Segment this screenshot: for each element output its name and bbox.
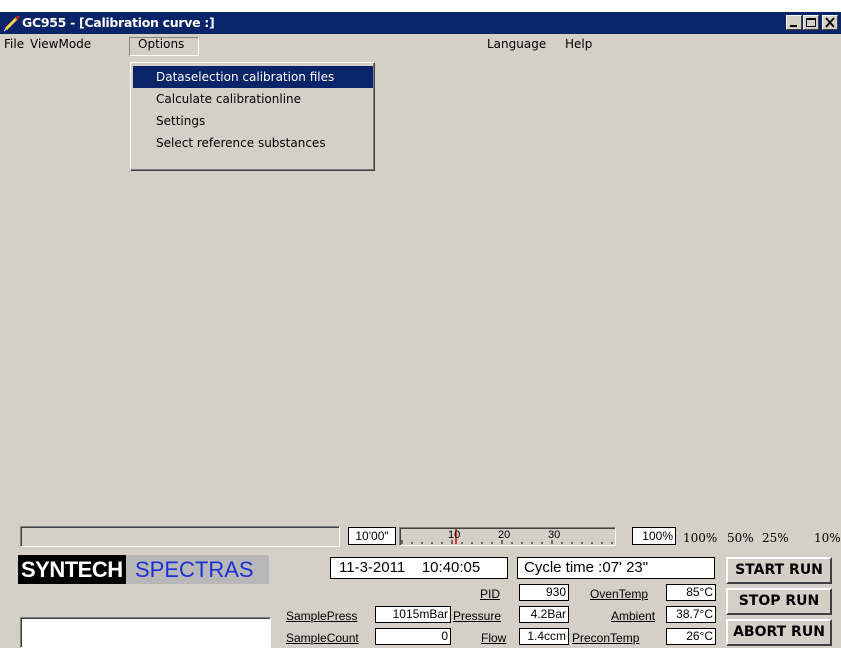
syntech-logo: SYNTECH — [18, 555, 126, 584]
pressure-label: Pressure — [453, 609, 502, 623]
ambient-value: 38.7°C — [666, 606, 716, 623]
close-icon — [825, 17, 835, 28]
timeline-ruler[interactable]: 10 20 30 — [399, 527, 616, 546]
title-bar[interactable]: GC955 - [Calibration curve :] — [0, 12, 841, 34]
stop-run-button[interactable]: STOP RUN — [726, 588, 832, 615]
time-text: 10:40:05 — [421, 559, 481, 576]
datetime-display: 11-3-2011 10:40:05 — [330, 557, 508, 579]
date-text: 11-3-2011 — [339, 559, 406, 576]
sample-press-value: 1015mBar — [375, 606, 451, 623]
zoom-25[interactable]: 25% — [762, 531, 789, 545]
menu-item-dataselection[interactable]: Dataselection calibration files — [133, 66, 373, 88]
menu-item-calculate[interactable]: Calculate calibrationline — [133, 88, 373, 110]
pressure-value: 4.2Bar — [519, 606, 569, 623]
minimize-icon — [790, 25, 797, 27]
app-window: GC955 - [Calibration curve :] File ViewM… — [0, 12, 841, 648]
menu-item-reference[interactable]: Select reference substances — [133, 132, 373, 154]
time-label: 10'00" — [348, 527, 396, 545]
ruler-tick-10: 10 — [448, 529, 461, 541]
flow-label: Flow — [481, 631, 507, 645]
abort-run-button[interactable]: ABORT RUN — [726, 619, 832, 646]
zoom-100[interactable]: 100% — [683, 531, 717, 545]
menu-bar: File ViewMode Options Language Help — [0, 34, 841, 54]
oven-temp-value: 85°C — [666, 584, 716, 601]
pid-label: PID — [480, 587, 501, 601]
minimize-button[interactable] — [786, 15, 802, 30]
menu-file[interactable]: File — [4, 37, 24, 51]
menu-item-settings[interactable]: Settings — [133, 110, 373, 132]
ruler-tick-20: 20 — [498, 529, 511, 541]
start-run-button[interactable]: START RUN — [726, 557, 832, 584]
message-field — [20, 617, 271, 648]
progress-field — [20, 526, 340, 547]
sample-press-label: SamplePress — [286, 609, 358, 623]
cycle-time-display: Cycle time :07' 23" — [517, 557, 715, 579]
zoom-value: 100% — [632, 527, 676, 545]
menu-viewmode[interactable]: ViewMode — [30, 37, 91, 51]
zoom-10[interactable]: 10% — [814, 531, 841, 545]
menu-help[interactable]: Help — [565, 37, 592, 51]
flow-value: 1.4ccm — [519, 628, 569, 645]
precon-temp-label: PreconTemp — [572, 631, 640, 645]
sample-count-label: SampleCount — [286, 631, 359, 645]
ruler-tick-30: 30 — [548, 529, 561, 541]
syringe-icon — [3, 15, 20, 32]
maximize-icon — [806, 18, 816, 27]
precon-temp-value: 26°C — [666, 628, 716, 645]
oven-temp-label: OvenTemp — [590, 587, 649, 601]
window-title: GC955 - [Calibration curve :] — [22, 15, 215, 30]
zoom-50[interactable]: 50% — [727, 531, 754, 545]
close-button[interactable] — [822, 15, 838, 30]
sample-count-value: 0 — [375, 628, 451, 645]
menu-options-pressed-frame — [129, 37, 199, 56]
maximize-button[interactable] — [803, 15, 819, 30]
spectras-logo: SPECTRAS — [126, 555, 269, 584]
pid-value: 930 — [519, 584, 569, 601]
ambient-label: Ambient — [611, 609, 656, 623]
menu-language[interactable]: Language — [487, 37, 546, 51]
options-dropdown: Dataselection calibration files Calculat… — [130, 62, 375, 171]
